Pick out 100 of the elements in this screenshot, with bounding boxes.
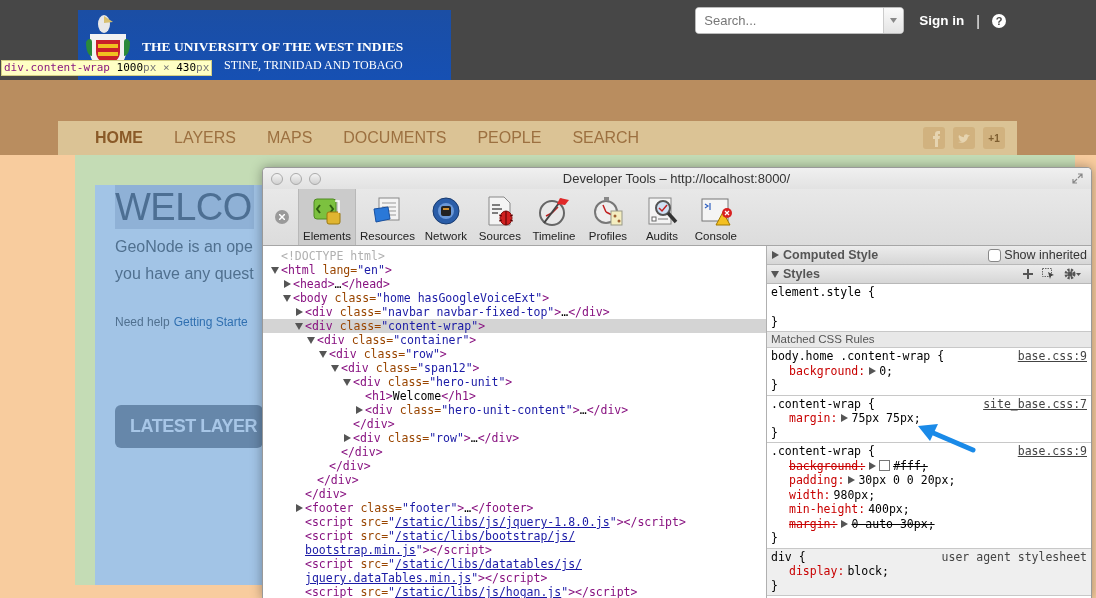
tree-row[interactable]: <head>…</head> bbox=[263, 277, 766, 291]
disclosure-triangle-icon[interactable] bbox=[295, 322, 303, 330]
closing-brace: } bbox=[771, 425, 778, 440]
tree-row[interactable]: <body class="home hasGoogleVoiceExt"> bbox=[263, 291, 766, 305]
tree-node-text: </div> bbox=[341, 445, 383, 459]
tree-row[interactable]: <div class="hero-unit"> bbox=[263, 375, 766, 389]
plus-icon[interactable] bbox=[1023, 269, 1033, 279]
closing-brace: } bbox=[771, 314, 778, 329]
section-title: Styles bbox=[783, 267, 820, 281]
expand-icon[interactable] bbox=[840, 519, 849, 528]
rule-origin[interactable]: user agent stylesheet bbox=[941, 549, 1087, 564]
gear-icon[interactable] bbox=[1064, 268, 1081, 280]
disclosure-triangle-icon[interactable] bbox=[271, 266, 279, 274]
css-property-value: #fff; bbox=[893, 458, 928, 473]
disclosure-triangle-icon[interactable] bbox=[331, 364, 339, 372]
tree-node-text: <script src="/static/libs/bootstrap/js/ bootstrap.min.js"></script> bbox=[305, 529, 576, 557]
tree-node-text: </div> bbox=[317, 473, 359, 487]
link[interactable]: /static/libs/js/hogan.js bbox=[395, 585, 562, 598]
css-property-value: 75px 75px; bbox=[851, 411, 921, 426]
disclosure-triangle-icon[interactable] bbox=[343, 378, 351, 386]
tree-node-text: <script src="/static/libs/js/hogan.js"></script> bbox=[305, 585, 638, 598]
color-swatch[interactable] bbox=[879, 460, 891, 472]
source-link[interactable]: base.css:9 bbox=[1017, 349, 1087, 364]
disclosure-triangle-icon[interactable] bbox=[319, 350, 327, 358]
panel-tab[interactable]: Audits bbox=[634, 189, 689, 245]
tree-node-text: <div class="hero-unit"> bbox=[353, 375, 513, 389]
css-property-name: margin: bbox=[789, 516, 838, 531]
tree-node-text: <html lang="en"> bbox=[281, 263, 392, 277]
tree-row[interactable]: <footer class="footer">…</footer> bbox=[263, 501, 766, 515]
tree-node-text: <div class="navbar navbar-fixed-top">…</div> bbox=[305, 305, 610, 319]
tree-node-text: <div class="span12"> bbox=[341, 361, 480, 375]
tree-row[interactable]: <div class="row"> bbox=[263, 347, 766, 361]
magnifier-icon bbox=[645, 195, 678, 227]
css-property-name: min-height: bbox=[789, 502, 866, 517]
matched-rules-header: Matched CSS Rules bbox=[767, 332, 1091, 348]
warning-icon bbox=[699, 195, 732, 227]
panel-tab[interactable]: Elements bbox=[298, 189, 356, 245]
css-property-name: padding: bbox=[789, 473, 845, 488]
panel-tab[interactable]: Timeline bbox=[526, 189, 581, 245]
link[interactable]: /static/libs/bootstrap/js/ bbox=[395, 529, 576, 543]
globe-icon bbox=[429, 195, 462, 227]
css-selector: element.style { bbox=[771, 285, 875, 300]
css-property-name: background: bbox=[789, 458, 866, 473]
panel-tab[interactable]: Network bbox=[418, 189, 473, 245]
close-icon bbox=[279, 214, 285, 220]
closing-brace: } bbox=[771, 378, 778, 393]
disclosure-triangle-icon[interactable] bbox=[307, 336, 315, 344]
tree-row[interactable]: <script src="/static/libs/bootstrap/js/ bootstrap.min.js"></script> bbox=[263, 529, 766, 557]
logo-subtitle: STINE, TRINIDAD AND TOBAGO bbox=[224, 58, 404, 73]
panel-tab[interactable]: Resources bbox=[355, 189, 419, 245]
tree-row[interactable]: <div class="hero-unit-content">…</div> bbox=[263, 403, 766, 417]
css-property-name: display: bbox=[789, 564, 845, 579]
tree-row[interactable]: <script src="/static/libs/js/jquery-1.8.0.js"></script> bbox=[263, 515, 766, 529]
disclosure-triangle-icon[interactable] bbox=[283, 294, 291, 302]
help-button[interactable]: ? bbox=[992, 13, 1006, 28]
link[interactable]: /static/libs/datatables/js/ bbox=[395, 557, 582, 571]
expand-icon[interactable] bbox=[840, 414, 849, 423]
tree-row[interactable]: <script src="/static/libs/datatables/js/ jquery.dataTables.min.js"></script> bbox=[263, 557, 766, 585]
disclosure-triangle-icon[interactable] bbox=[283, 280, 291, 288]
link[interactable]: /static/libs/js/jquery-1.8.0.js bbox=[395, 515, 610, 529]
tree-row[interactable]: <div class="span12"> bbox=[263, 361, 766, 375]
element-state-icon[interactable] bbox=[1042, 268, 1055, 280]
tree-node-text: </div> bbox=[305, 487, 347, 501]
fullscreen-icon[interactable] bbox=[1072, 173, 1083, 184]
expand-icon[interactable] bbox=[847, 476, 856, 485]
annotation-arrow bbox=[918, 424, 976, 453]
sign-in-link[interactable]: Sign in bbox=[919, 13, 965, 28]
expand-icon[interactable] bbox=[868, 366, 877, 375]
dropdown-button[interactable] bbox=[883, 8, 904, 33]
tree-row[interactable]: <div class="content-wrap"> bbox=[263, 319, 766, 333]
close-button[interactable] bbox=[275, 210, 289, 224]
panel-tab[interactable]: Sources bbox=[472, 189, 527, 245]
tree-node-text: <!DOCTYPE html> bbox=[281, 249, 385, 263]
disclosure-triangle-icon[interactable] bbox=[771, 251, 779, 259]
tree-node-text: <body class="home hasGoogleVoiceExt"> bbox=[293, 291, 550, 305]
css-property-value: 400px; bbox=[868, 502, 910, 517]
checkbox[interactable] bbox=[988, 248, 1002, 262]
css-property-name: background: bbox=[789, 363, 866, 378]
tree-row[interactable]: <div class="row">…</div> bbox=[263, 431, 766, 445]
tree-node-text: <h1>Welcome</h1> bbox=[365, 389, 476, 403]
disclosure-triangle-icon[interactable] bbox=[295, 504, 303, 512]
link[interactable]: jquery.dataTables.min.js bbox=[305, 571, 472, 585]
tree-row[interactable]: <script src="/static/libs/js/hogan.js"></script> bbox=[263, 585, 766, 598]
tree-row[interactable]: <html lang="en"> bbox=[263, 263, 766, 277]
tree-row[interactable]: <div class="navbar navbar-fixed-top">…</div> bbox=[263, 305, 766, 319]
source-link[interactable]: base.css:9 bbox=[1017, 444, 1087, 459]
link[interactable]: bootstrap.min.js bbox=[305, 543, 416, 557]
css-property-value: 30px 0 0 20px; bbox=[858, 473, 956, 488]
disclosure-triangle-icon[interactable] bbox=[771, 270, 779, 278]
tree-row[interactable]: <h1>Welcome</h1> bbox=[263, 389, 766, 403]
expand-icon[interactable] bbox=[868, 461, 877, 470]
source-link[interactable]: site_base.css:7 bbox=[983, 396, 1087, 411]
disclosure-triangle-icon[interactable] bbox=[295, 308, 303, 316]
disclosure-triangle-icon[interactable] bbox=[355, 406, 363, 414]
panel-tab[interactable]: Profiles bbox=[580, 189, 635, 245]
tree-row[interactable]: <div class="container"> bbox=[263, 333, 766, 347]
panel-tab[interactable]: Console bbox=[688, 189, 743, 245]
disclosure-triangle-icon[interactable] bbox=[343, 434, 351, 442]
search-field[interactable]: Search... bbox=[695, 7, 905, 34]
css-property-value: 0 auto 30px; bbox=[851, 516, 935, 531]
